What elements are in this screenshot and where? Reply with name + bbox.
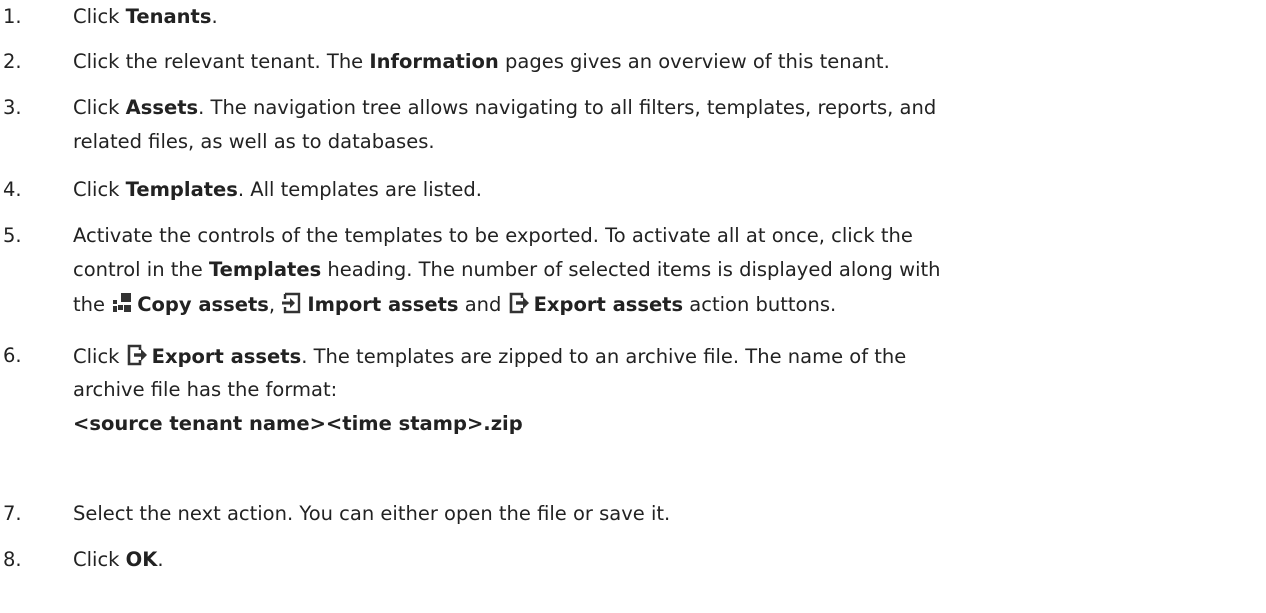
- ui-term: Tenants: [125, 5, 212, 28]
- ui-term: OK: [125, 548, 158, 571]
- step-line: related files, as well as to databases.: [73, 130, 435, 153]
- step-text-run: Click: [73, 178, 126, 201]
- step-number: 8.: [3, 548, 22, 571]
- step-text-run: .: [211, 5, 218, 28]
- step-text-run: control in the: [73, 258, 209, 281]
- step-line: archive file has the format:: [73, 378, 337, 401]
- step-line: control in the Templates heading. The nu…: [73, 258, 941, 281]
- step-text-run: Click: [73, 345, 126, 368]
- step-text-run: Click the relevant tenant. The: [73, 50, 370, 73]
- step-line: Click Assets. The navigation tree allows…: [73, 96, 936, 119]
- ui-term: Export assets: [151, 345, 302, 368]
- ui-term: Templates: [125, 178, 238, 201]
- step-text-run: archive file has the format:: [73, 378, 338, 401]
- step-text-run: Select the next action. You can either o…: [73, 502, 671, 525]
- step-text-run: . All templates are listed.: [237, 178, 482, 201]
- step-text-run: related files, as well as to databases.: [73, 130, 435, 153]
- step-number: 4.: [3, 178, 22, 201]
- step-line: <source tenant name><time stamp>.zip: [73, 412, 523, 435]
- step-number: 7.: [3, 502, 22, 525]
- ui-term: Copy assets: [137, 293, 269, 316]
- step-line: Select the next action. You can either o…: [73, 502, 670, 525]
- step-line: Click Templates. All templates are liste…: [73, 178, 482, 201]
- step-line: Click OK.: [73, 548, 164, 571]
- export-assets-icon: [508, 292, 530, 314]
- step-line: Click Tenants.: [73, 5, 218, 28]
- copy-assets-icon: [111, 292, 133, 314]
- step-text-run: . The templates are zipped to an archive…: [301, 345, 907, 368]
- ui-term: Information: [369, 50, 499, 73]
- step-text-run: . The navigation tree allows navigating …: [198, 96, 937, 119]
- step-text-run: .: [157, 548, 164, 571]
- step-text-run: and: [458, 293, 508, 316]
- step-text-run: action buttons.: [683, 293, 837, 316]
- step-text-run: ,: [268, 293, 282, 316]
- step-line: Activate the controls of the templates t…: [73, 224, 913, 247]
- step-text-run: Click: [73, 548, 126, 571]
- import-assets-icon: [281, 292, 303, 314]
- step-line: Click Export assets. The templates are z…: [73, 344, 906, 368]
- ui-term: Export assets: [533, 293, 684, 316]
- step-number: 3.: [3, 96, 22, 119]
- step-text-run: Click: [73, 5, 126, 28]
- step-number: 1.: [3, 5, 22, 28]
- step-text-run: the: [73, 293, 112, 316]
- ui-term: Templates: [208, 258, 322, 281]
- step-text-run: heading. The number of selected items is…: [321, 258, 941, 281]
- step-number: 5.: [3, 224, 22, 247]
- ui-term: <source tenant name><time stamp>.zip: [73, 412, 523, 435]
- ui-term: Import assets: [307, 293, 459, 316]
- step-line: Click the relevant tenant. The Informati…: [73, 50, 890, 73]
- step-number: 2.: [3, 50, 22, 73]
- step-text-run: pages gives an overview of this tenant.: [498, 50, 890, 73]
- step-number: 6.: [3, 344, 22, 367]
- ui-term: Assets: [125, 96, 199, 119]
- step-line: the Copy assets, Import assets and Expor…: [73, 292, 836, 316]
- step-text-run: Click: [73, 96, 126, 119]
- export-assets-icon: [126, 344, 148, 366]
- step-text-run: Activate the controls of the templates t…: [73, 224, 913, 247]
